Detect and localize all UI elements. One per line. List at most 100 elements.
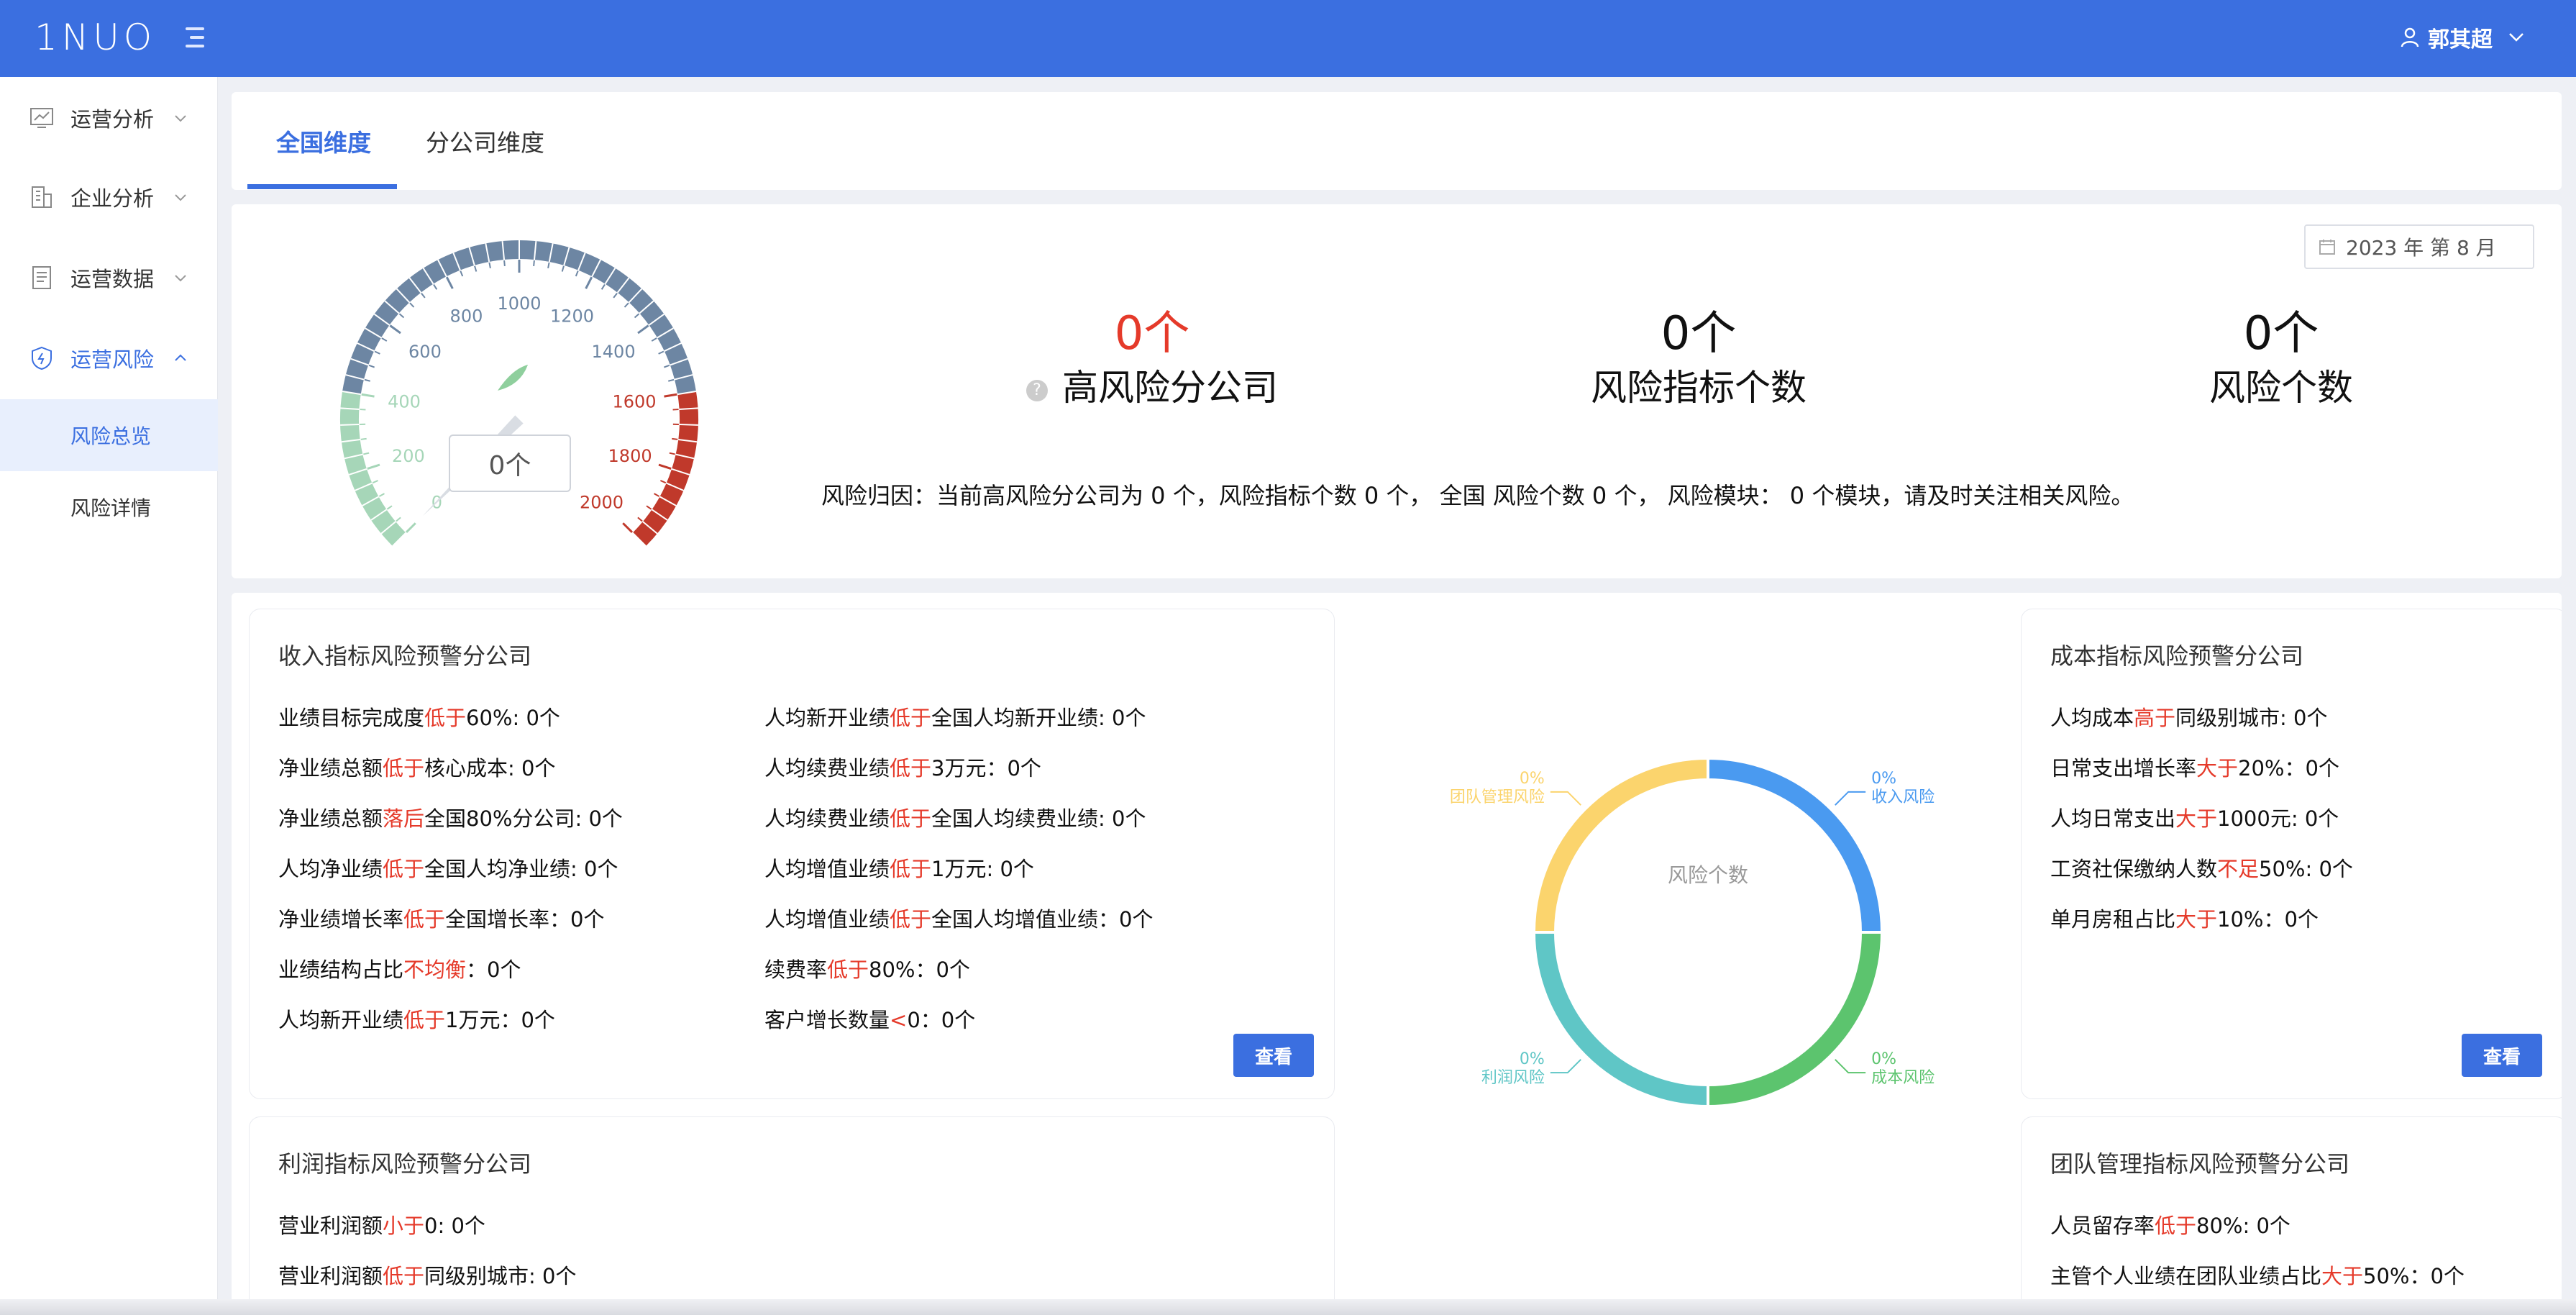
document-icon [32,266,51,289]
rule-text: 全国80%分公司: 0个 [424,806,623,831]
rule-text: 3万元：0个 [931,756,1041,781]
rule-text: 20%：0个 [2238,756,2339,781]
risk-rule: 业绩结构占比不均衡：0个 [278,953,521,983]
sidebar-item-operation-analysis[interactable]: 运营分析 [0,86,218,150]
cost-view-button[interactable]: 查看 [2462,1034,2542,1077]
gauge-tick [398,313,405,319]
donut-slice-label: 0%收入风险 [1871,770,1935,806]
sidebar-item-enterprise-analysis[interactable]: 企业分析 [0,165,218,229]
gauge-tick [445,276,454,289]
donut-slice[interactable] [1532,756,1709,934]
risk-rule: 业绩目标完成度低于60%: 0个 [278,701,560,732]
gauge-tick [368,364,375,368]
rule-text: 续费率 [764,957,828,982]
chevron-up-icon [175,354,186,361]
rule-text: 人均续费业绩 [764,806,890,831]
rule-condition: 低于 [403,907,446,932]
rule-text: 人均增值业绩 [764,907,890,932]
gauge-tick-label: 1800 [608,446,652,466]
risk-rule: 工资社保缴纳人数不足50%: 0个 [2050,852,2353,883]
user-name: 郭其超 [2428,27,2493,53]
date-picker[interactable]: 2023 年 第 8 月 [2304,224,2534,269]
gauge-tick [669,452,675,455]
rule-text: 1000元: 0个 [2217,806,2339,831]
rule-condition: 低于 [890,706,932,730]
rule-condition: 低于 [383,756,425,781]
income-view-button[interactable]: 查看 [1233,1034,1314,1077]
user-icon [2401,27,2419,47]
gauge-tick-label: 200 [392,446,425,466]
risk-rule: 人均新开业绩低于1万元：0个 [278,1004,555,1034]
gauge-tick [646,505,652,510]
gauge-tick [654,493,660,497]
rule-text: 人均续费业绩 [764,756,890,781]
risk-rule: 续费率低于80%：0个 [764,953,970,983]
rule-condition: 低于 [403,1008,446,1032]
risk-rule: 人均净业绩低于全国人均净业绩: 0个 [278,852,618,883]
gauge-tick-label: 600 [408,342,442,362]
risk-rule: 净业绩总额低于核心成本: 0个 [278,752,555,782]
calendar-icon [2319,240,2335,255]
tabs-bar: 全国维度 分公司维度 [232,92,2562,190]
gauge-tick [405,522,416,534]
donut-slice[interactable] [1707,931,1884,1109]
rule-text: 0: 0个 [424,1214,485,1238]
rule-text: 同级别城市: 0个 [2175,706,2328,730]
risk-rule: 人均增值业绩低于1万元: 0个 [764,852,1034,883]
risk-rule: 营业利润额小于0: 0个 [278,1209,485,1239]
rule-text: 净业绩增长率 [278,907,404,932]
help-icon[interactable]: ? [1026,379,1048,401]
risk-rule: 净业绩增长率低于全国增长率：0个 [278,903,604,933]
risk-rule: 人均成本高于同级别城市: 0个 [2050,701,2327,732]
gauge-tick [672,437,678,440]
stat-high-risk-branches: 0个 ? 高风险分公司 [965,305,1339,413]
gauge-tick [658,350,664,355]
gauge-tick [409,302,415,308]
gauge-tick-label: 1200 [550,306,594,327]
donut-slice[interactable] [1532,931,1709,1109]
gauge-tick [364,378,370,382]
risk-rule: 人均续费业绩低于全国人均续费业绩: 0个 [764,802,1146,832]
sidebar-item-label: 运营数据 [70,267,155,291]
panel-title: 利润指标风险预警分公司 [278,1150,532,1178]
rule-text: 同级别城市: 0个 [424,1264,577,1288]
rule-text: 80%: 0个 [2196,1214,2290,1238]
rule-condition: 低于 [2155,1214,2197,1238]
sidebar-item-operation-risk[interactable]: 运营风险 [0,326,218,391]
tab-branch[interactable]: 分公司维度 [426,92,544,190]
stat-value: 0个 [2243,307,2319,360]
rule-text: 全国增长率：0个 [445,907,605,932]
risk-summary-card: 0200400600800100012001400160018002000 0个… [232,204,2562,578]
gauge-tick [360,437,367,440]
panel-title: 收入指标风险预警分公司 [278,642,532,670]
sidebar-subitem-risk-overview[interactable]: 风险总览 [0,399,218,471]
rule-text: 人员留存率 [2050,1214,2155,1238]
gauge-tick [389,324,401,335]
rule-condition: 不足 [2217,857,2260,881]
gauge-tick [360,409,366,411]
sidebar-subitem-risk-detail[interactable]: 风险详情 [0,471,218,543]
gauge-value-box: 0个 [449,434,571,492]
gauge-tick [600,284,606,290]
rule-condition: < [890,1008,908,1032]
sidebar-item-operation-data[interactable]: 运营数据 [0,245,218,310]
rule-text: 人均新开业绩 [278,1008,404,1032]
gauge-tick [637,517,643,522]
app-logo[interactable]: 1NUO [35,14,156,60]
gauge-tick [575,270,579,277]
rule-condition: 低于 [890,857,932,881]
gauge-band-tick [340,424,360,426]
gauge-tick [381,337,388,342]
rule-condition: 不均衡 [403,957,467,982]
donut-leader-line [1550,791,1581,806]
gauge-tick [378,493,385,497]
rule-text: 50%：0个 [2363,1264,2465,1288]
user-menu[interactable]: 郭其超 [2401,17,2533,58]
menu-toggle-icon[interactable] [181,22,209,53]
gauge-tick [386,505,393,510]
rule-text: 人均成本 [2050,706,2134,730]
tab-national[interactable]: 全国维度 [276,92,371,190]
donut-slice[interactable] [1707,756,1884,934]
sidebar-item-label: 运营分析 [70,107,155,132]
stat-label: 风险指标个数 [1591,367,1807,409]
